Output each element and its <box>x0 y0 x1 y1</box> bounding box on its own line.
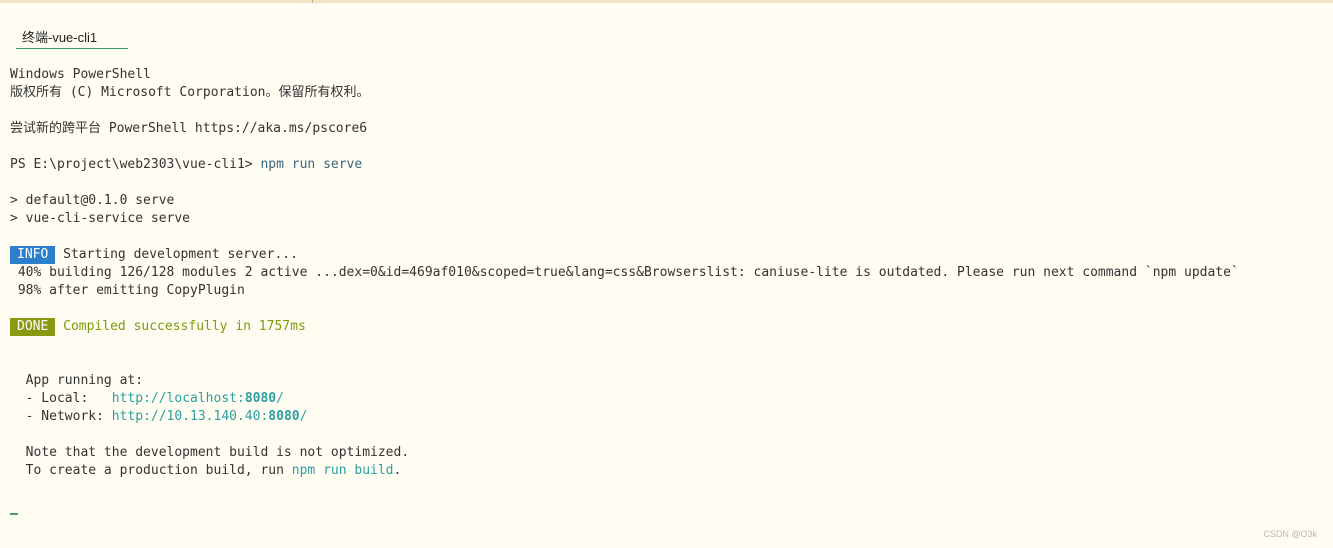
info-text: Starting development server... <box>55 247 298 262</box>
prompt-path: PS E:\project\web2303\vue-cli1> <box>10 157 261 172</box>
watermark: CSDN @O3k <box>1263 529 1317 539</box>
top-border <box>0 0 1333 3</box>
local-url-port: 8080 <box>244 391 277 406</box>
build-hint-text: To create a production build, run <box>10 463 292 478</box>
local-line: - Local: http://localhost:8080/ <box>10 390 1328 408</box>
progress-line: 40% building 126/128 modules 2 active ..… <box>10 265 1239 280</box>
done-badge: DONE <box>10 318 56 336</box>
tab-title: 终端-vue-cli1 <box>22 30 98 45</box>
info-badge: INFO <box>10 246 56 264</box>
done-line: DONE Compiled successfully in 1757ms <box>10 318 1328 336</box>
command-text: npm run serve <box>260 157 363 172</box>
network-label: - Network: <box>10 409 112 424</box>
prompt-line: PS E:\project\web2303\vue-cli1> npm run … <box>10 156 1328 174</box>
build-hint-period: . <box>393 463 402 478</box>
progress-line: 98% after emitting CopyPlugin <box>10 283 245 298</box>
local-url-slash: / <box>276 391 284 406</box>
info-line: INFO Starting development server... <box>10 246 1328 264</box>
tab-terminal[interactable]: 终端-vue-cli1 <box>16 24 128 49</box>
network-line: - Network: http://10.13.140.40:8080/ <box>10 408 1328 426</box>
app-running-line: App running at: <box>10 373 144 388</box>
note-line: Note that the development build is not o… <box>10 445 410 460</box>
pscore-line: 尝试新的跨平台 PowerShell https://aka.ms/pscore… <box>10 121 368 136</box>
script-line: > vue-cli-service serve <box>10 211 191 226</box>
network-url-slash: / <box>299 409 308 424</box>
top-divider <box>312 0 313 3</box>
network-url-host: http://10.13.140.40: <box>111 409 269 424</box>
local-label: - Local: <box>10 391 112 406</box>
network-url-port: 8080 <box>268 409 300 424</box>
copyright-line: 版权所有 (C) Microsoft Corporation。保留所有权利。 <box>10 85 370 100</box>
local-url-link[interactable]: http://localhost:8080/ <box>112 391 284 406</box>
terminal-cursor <box>10 513 18 515</box>
build-command: npm run build <box>291 463 394 478</box>
build-hint-line: To create a production build, run npm ru… <box>10 462 1328 480</box>
network-url-link[interactable]: http://10.13.140.40:8080/ <box>112 409 308 424</box>
local-url-host: http://localhost: <box>111 391 245 406</box>
terminal-output[interactable]: Windows PowerShell 版权所有 (C) Microsoft Co… <box>10 66 1328 480</box>
banner-line: Windows PowerShell <box>10 67 151 82</box>
script-line: > default@0.1.0 serve <box>10 193 175 208</box>
done-text: Compiled successfully in 1757ms <box>55 319 306 334</box>
